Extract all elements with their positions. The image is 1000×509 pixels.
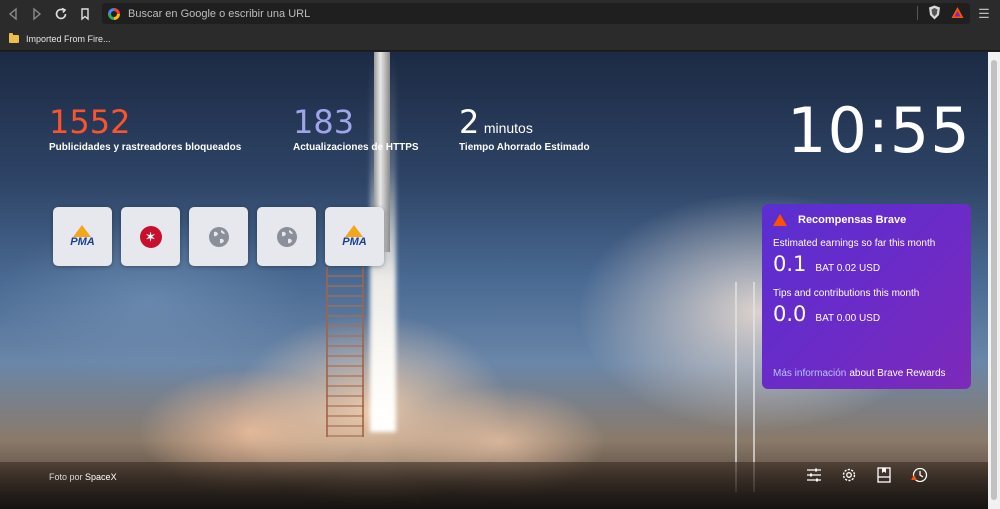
gear-icon[interactable]: [840, 466, 858, 484]
photo-credit: Foto por SpaceX: [49, 472, 117, 482]
background-launch-tower: [326, 267, 364, 437]
earnings-label: Estimated earnings so far this month: [773, 238, 936, 249]
globe-icon: [208, 226, 229, 247]
https-count: 183: [293, 103, 355, 141]
tips-value: 0.0: [773, 302, 807, 326]
background-water-tower: [735, 282, 755, 492]
rewards-footer-suffix: about Brave Rewards: [849, 368, 946, 379]
photo-credit-prefix: Foto por: [49, 472, 83, 482]
https-label: Actualizaciones de HTTPS: [293, 142, 419, 153]
bat-logo-icon: [773, 214, 787, 226]
brave-rewards-icon[interactable]: [951, 5, 964, 20]
back-button[interactable]: [2, 3, 24, 25]
hamburger-icon: ☰: [978, 6, 990, 21]
bookmark-icon: [81, 7, 89, 20]
address-bar[interactable]: Buscar en Google o escribir una URL: [102, 3, 970, 24]
pma-logo: PMA: [342, 225, 367, 248]
top-sites: PMA ✶ PMA: [53, 207, 384, 266]
back-arrow-icon: [8, 7, 17, 20]
forward-arrow-icon: [33, 7, 42, 20]
history-icon[interactable]: [910, 466, 928, 484]
pma-logo-text: PMA: [342, 236, 367, 248]
top-site-tile-5[interactable]: PMA: [325, 207, 384, 266]
ntp-bottom-toolbar: [805, 466, 928, 484]
top-site-tile-1[interactable]: PMA: [53, 207, 112, 266]
sliders-icon[interactable]: [805, 466, 823, 484]
forward-button[interactable]: [26, 3, 48, 25]
brave-rewards-widget: Recompensas Brave Estimated earnings so …: [762, 204, 971, 389]
google-icon: [108, 7, 120, 20]
top-site-tile-3[interactable]: [189, 207, 248, 266]
photo-credit-author[interactable]: SpaceX: [85, 472, 117, 482]
more-info-link[interactable]: Más información: [773, 368, 846, 379]
trackers-label: Publicidades y rastreadores bloqueados: [49, 142, 242, 153]
bookmark-folder[interactable]: Imported From Fire...: [9, 32, 111, 44]
menu-button[interactable]: ☰: [974, 4, 994, 24]
top-site-tile-4[interactable]: [257, 207, 316, 266]
stat-trackers-blocked: 1552 Publicidades y rastreadores bloquea…: [49, 104, 241, 153]
bookmark-icon[interactable]: [875, 466, 893, 484]
stat-time-saved: 2 minutos Tiempo Ahorrado Estimado: [459, 104, 590, 153]
trackers-count: 1552: [49, 103, 131, 141]
top-site-tile-2[interactable]: ✶: [121, 207, 180, 266]
pma-logo: PMA: [70, 225, 95, 248]
bookmark-folder-label: Imported From Fire...: [26, 33, 111, 44]
time-saved-label: Tiempo Ahorrado Estimado: [459, 142, 590, 153]
earnings-value: 0.1: [773, 252, 807, 276]
earnings-bat: BAT 0.02 USD: [815, 263, 881, 274]
clock: 10:55: [787, 94, 971, 167]
globe-icon: [276, 226, 297, 247]
stat-https-upgrades: 183 Actualizaciones de HTTPS: [293, 104, 419, 153]
scrollbar-thumb[interactable]: [991, 60, 997, 500]
time-saved-count: 2: [459, 103, 480, 141]
rewards-footer: Más información about Brave Rewards: [773, 368, 946, 379]
bookmarks-bar: Imported From Fire...: [0, 27, 1000, 51]
reload-icon: [55, 7, 67, 19]
browser-toolbar: Buscar en Google o escribir una URL ☰: [0, 0, 1000, 27]
brave-shield-icon[interactable]: [928, 5, 941, 20]
bookmark-page-button[interactable]: [74, 3, 96, 25]
rewards-title: Recompensas Brave: [798, 214, 907, 226]
folder-icon: [9, 32, 19, 43]
address-bar-placeholder: Buscar en Google o escribir una URL: [128, 7, 311, 20]
tips-label: Tips and contributions this month: [773, 288, 920, 299]
omnibox-separator: [917, 5, 918, 20]
tips-bat: BAT 0.00 USD: [815, 313, 881, 324]
red-site-logo-icon: ✶: [139, 225, 162, 248]
reload-button[interactable]: [50, 3, 72, 25]
time-saved-unit: minutos: [483, 120, 533, 136]
pma-logo-text: PMA: [70, 236, 95, 248]
new-tab-page: 1552 Publicidades y rastreadores bloquea…: [0, 52, 988, 509]
